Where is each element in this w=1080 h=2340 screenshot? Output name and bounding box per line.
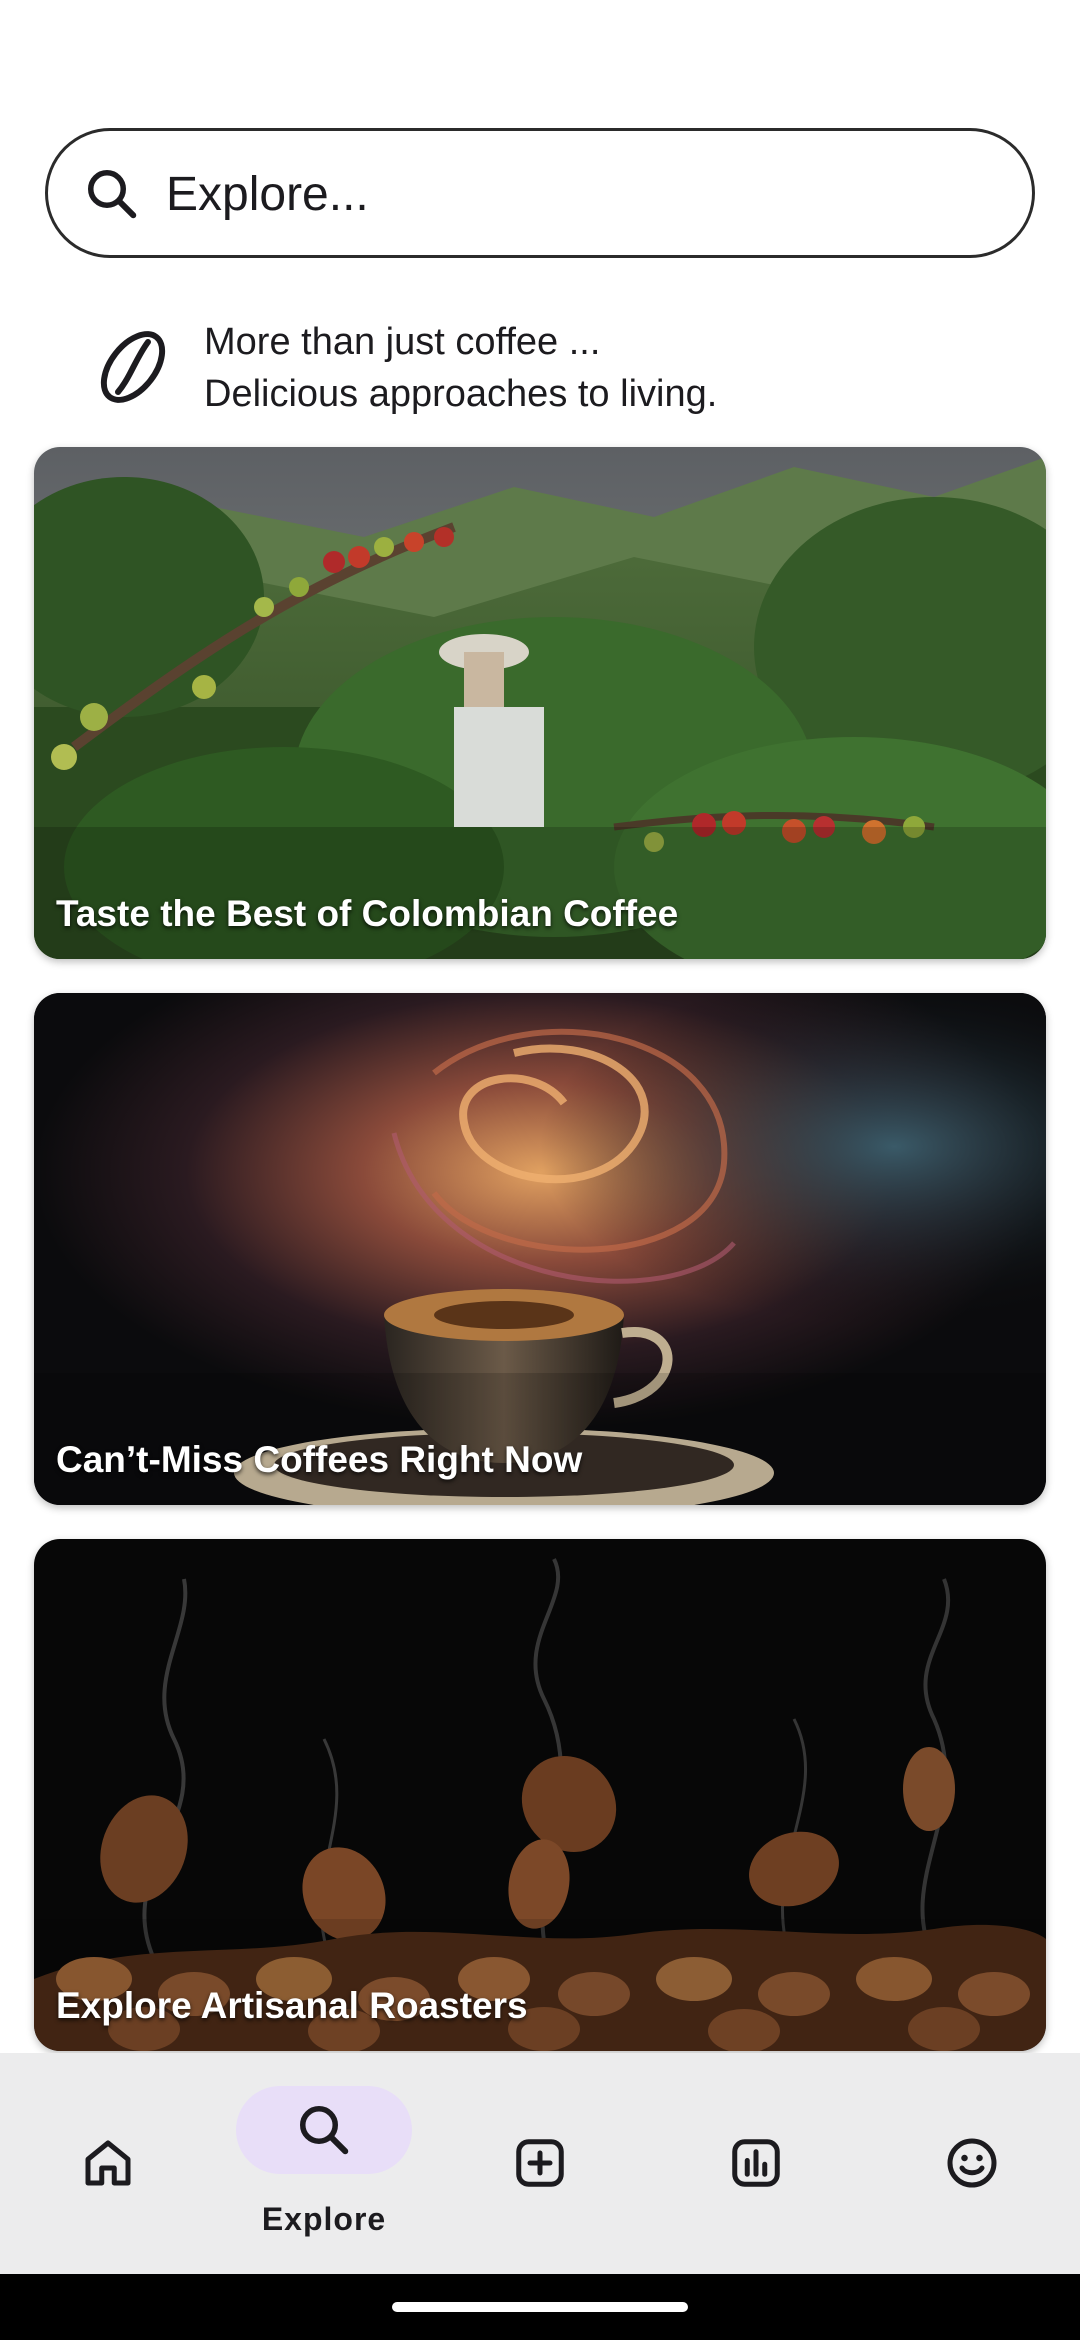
home-icon	[85, 2140, 131, 2186]
search-bar[interactable]	[45, 128, 1035, 258]
card-title: Can’t-Miss Coffees Right Now	[56, 1439, 583, 1480]
search-icon	[300, 2106, 349, 2155]
tagline: More than just coffee ... Delicious appr…	[96, 310, 996, 430]
card-title: Taste the Best of Colombian Coffee	[56, 893, 679, 934]
add-box-icon	[516, 2139, 564, 2187]
galaxy-coffee-cup-image	[34, 993, 1046, 1505]
nav-explore[interactable]: Explore	[216, 2053, 432, 2274]
chart-icon	[732, 2139, 780, 2187]
home-indicator[interactable]	[392, 2302, 688, 2312]
search-icon	[88, 170, 137, 219]
bottom-navigation: Explore	[0, 2053, 1080, 2274]
card-cant-miss-coffees[interactable]: Can’t-Miss Coffees Right Now	[34, 993, 1046, 1505]
coffee-bean-icon	[100, 331, 166, 403]
card-title: Explore Artisanal Roasters	[56, 1985, 528, 2026]
tagline-line-1: More than just coffee ...	[204, 321, 601, 363]
roasted-coffee-beans-image	[34, 1539, 1046, 2051]
nav-explore-label: Explore	[261, 2201, 387, 2237]
coffee-plantation-image	[34, 447, 1046, 959]
smiley-icon	[947, 2138, 997, 2188]
system-navigation-bar	[0, 2274, 1080, 2340]
nav-profile[interactable]	[864, 2053, 1080, 2274]
tagline-line-2: Delicious approaches to living.	[204, 373, 718, 415]
card-artisanal-roasters[interactable]: Explore Artisanal Roasters	[34, 1539, 1046, 2051]
search-input[interactable]	[166, 151, 986, 237]
nav-stats[interactable]	[648, 2053, 864, 2274]
nav-add[interactable]	[432, 2053, 648, 2274]
nav-home[interactable]	[0, 2053, 216, 2274]
card-colombian-coffee[interactable]: Taste the Best of Colombian Coffee	[34, 447, 1046, 959]
